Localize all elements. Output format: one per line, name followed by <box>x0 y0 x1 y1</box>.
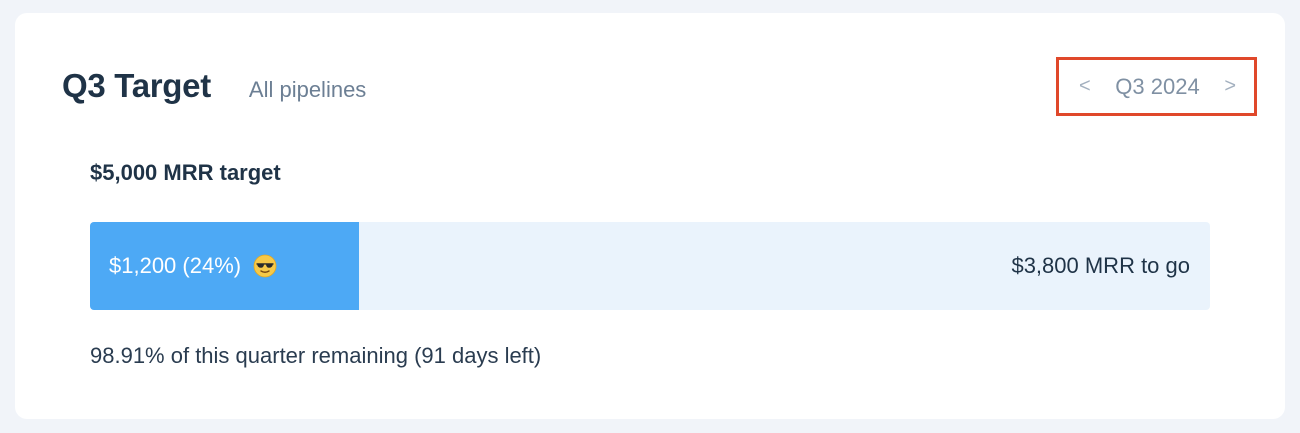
quarter-time-remaining: 98.91% of this quarter remaining (91 day… <box>90 343 542 368</box>
quarter-selector: < Q3 2024 > <box>1056 57 1257 116</box>
target-card: Q3 Target All pipelines < Q3 2024 > $5,0… <box>15 13 1285 419</box>
target-label: $5,000 MRR target <box>90 160 281 185</box>
progress-fill: $1,200 (24%) <box>90 222 359 310</box>
current-quarter-label: Q3 2024 <box>1115 73 1200 99</box>
target-progress-bar: $1,200 (24%) $3,800 MRR to go <box>90 222 1210 310</box>
pipeline-filter-label: All pipelines <box>248 77 367 102</box>
card-title: Q3 Target <box>62 67 211 104</box>
remaining-amount: $3,800 MRR to go <box>1011 253 1190 278</box>
card-header: Q3 Target All pipelines <box>62 67 366 105</box>
next-quarter-button[interactable]: > <box>1224 75 1236 98</box>
prev-quarter-button[interactable]: < <box>1079 75 1091 98</box>
achieved-amount: $1,200 (24%) <box>109 253 242 278</box>
sunglasses-face-icon <box>253 254 277 278</box>
